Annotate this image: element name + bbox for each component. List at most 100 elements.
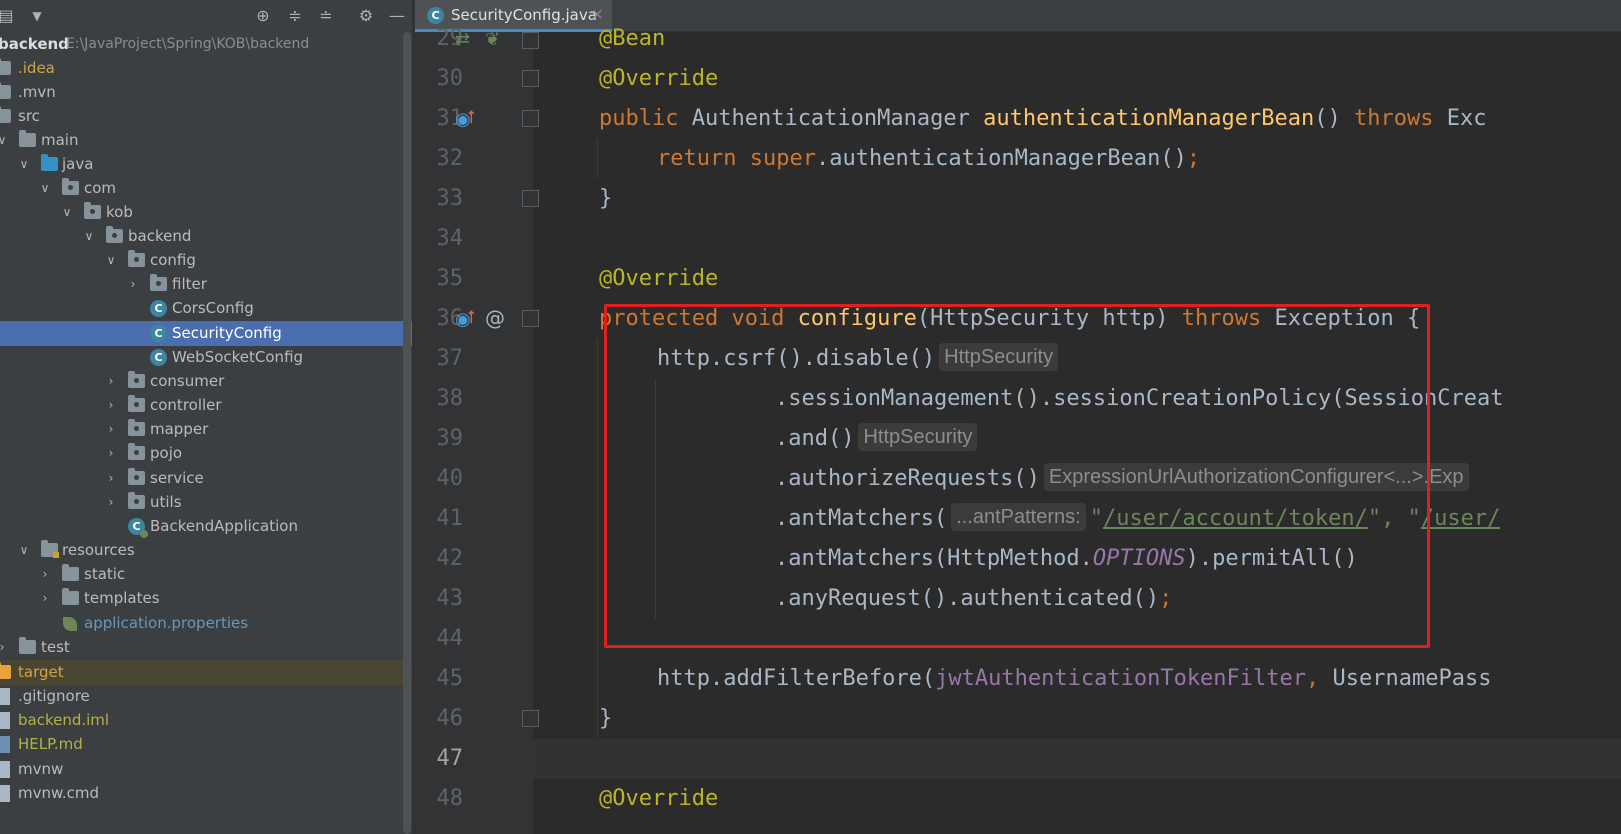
tree-item-utils[interactable]: › utils bbox=[0, 490, 414, 515]
chevron-right-icon[interactable]: › bbox=[103, 369, 119, 394]
chevron-right-icon[interactable]: › bbox=[103, 393, 119, 418]
chevron-down-icon[interactable]: ∨ bbox=[59, 200, 75, 225]
collapse-all-icon[interactable]: ≐ bbox=[316, 6, 336, 26]
gear-icon[interactable]: ⚙ bbox=[356, 6, 376, 26]
folder-icon bbox=[62, 588, 79, 605]
code-line-30: @Override bbox=[599, 59, 718, 99]
tree-item-idea[interactable]: .idea bbox=[0, 56, 414, 81]
tree-item-mvn[interactable]: .mvn bbox=[0, 80, 414, 105]
chevron-down-icon[interactable]: ▼ bbox=[27, 6, 47, 26]
tree-item-consumer[interactable]: › consumer bbox=[0, 369, 414, 394]
code-keyword: super bbox=[736, 146, 816, 171]
tree-item-templates[interactable]: › templates bbox=[0, 586, 414, 611]
tree-item-backendapplication[interactable]: C BackendApplication bbox=[0, 514, 414, 539]
spring-leaf-icon[interactable]: ❦ bbox=[485, 30, 500, 50]
chevron-down-icon[interactable]: ∨ bbox=[81, 224, 97, 249]
locate-icon[interactable]: ⊕ bbox=[253, 6, 273, 26]
tree-item-target[interactable]: target bbox=[0, 660, 414, 685]
tree-item-label: src bbox=[18, 107, 40, 125]
chevron-right-icon[interactable]: › bbox=[125, 272, 141, 297]
chevron-right-icon[interactable]: › bbox=[37, 562, 53, 587]
tree-item-controller[interactable]: › controller bbox=[0, 393, 414, 418]
chevron-right-icon[interactable]: › bbox=[103, 466, 119, 491]
indent-guide bbox=[597, 139, 598, 179]
code-keyword: public bbox=[599, 106, 679, 131]
tree-item-label: .gitignore bbox=[18, 687, 90, 705]
tree-item-mapper[interactable]: › mapper bbox=[0, 417, 414, 442]
package-icon bbox=[128, 395, 145, 412]
tree-item-service[interactable]: › service bbox=[0, 466, 414, 491]
file-icon bbox=[0, 785, 10, 802]
override-up-arrow-icon[interactable]: ⭡ bbox=[467, 308, 475, 328]
chevron-right-icon[interactable]: › bbox=[103, 441, 119, 466]
line-number: 40 bbox=[436, 466, 464, 491]
package-icon bbox=[150, 274, 167, 291]
tree-item-gitignore[interactable]: .gitignore bbox=[0, 684, 414, 709]
tree-item-mvnw[interactable]: mvnw bbox=[0, 757, 414, 782]
tree-item-filter[interactable]: › filter bbox=[0, 272, 414, 297]
code-text: } bbox=[599, 186, 613, 211]
line-number-current: 47 bbox=[436, 746, 464, 771]
chevron-right-icon[interactable]: › bbox=[37, 586, 53, 611]
line-number: 30 bbox=[436, 66, 464, 91]
tree-item-pojo[interactable]: › pojo bbox=[0, 441, 414, 466]
code-type: AuthenticationManager bbox=[678, 106, 984, 131]
tree-item-securityconfig[interactable]: C SecurityConfig bbox=[0, 321, 414, 346]
file-icon bbox=[0, 688, 10, 705]
tree-item-config[interactable]: ∨ config bbox=[0, 248, 414, 273]
project-scrollbar[interactable] bbox=[403, 32, 411, 834]
chevron-right-icon[interactable]: › bbox=[103, 417, 119, 442]
tree-item-label: mapper bbox=[150, 420, 209, 438]
chevron-down-icon[interactable]: ∨ bbox=[37, 176, 53, 201]
expand-all-icon[interactable]: ≑ bbox=[285, 6, 305, 26]
tree-item-label: filter bbox=[172, 275, 207, 293]
tree-item-application-properties[interactable]: application.properties bbox=[0, 611, 414, 636]
chevron-right-icon[interactable]: › bbox=[103, 490, 119, 515]
line-number: 35 bbox=[436, 266, 464, 291]
tree-item-resources[interactable]: ∨ resources bbox=[0, 538, 414, 563]
line-number: 45 bbox=[436, 666, 464, 691]
file-icon bbox=[0, 761, 10, 778]
tree-root[interactable]: backend E:\JavaProject\Spring\KOB\backen… bbox=[0, 32, 414, 57]
tree-item-main[interactable]: ∨ main bbox=[0, 128, 414, 153]
code-line-46: } bbox=[599, 699, 612, 739]
chevron-down-icon[interactable]: ∨ bbox=[16, 538, 32, 563]
tree-item-label: config bbox=[150, 251, 196, 269]
bean-navigate-icon[interactable]: ⇄ bbox=[455, 30, 470, 50]
tree-item-com[interactable]: ∨ com bbox=[0, 176, 414, 201]
tree-item-mvnw-cmd[interactable]: mvnw.cmd bbox=[0, 781, 414, 806]
excluded-folder-icon bbox=[0, 662, 11, 679]
minimize-icon[interactable]: — bbox=[387, 6, 407, 26]
tree-item-websocketconfig[interactable]: C WebSocketConfig bbox=[0, 345, 414, 370]
red-highlight-box bbox=[604, 304, 1430, 648]
tree-item-corsconfig[interactable]: C CorsConfig bbox=[0, 296, 414, 321]
chevron-right-icon[interactable]: › bbox=[0, 635, 10, 660]
tree-item-label: utils bbox=[150, 493, 182, 511]
package-icon bbox=[128, 468, 145, 485]
folder-icon bbox=[0, 58, 11, 75]
tree-item-help-md[interactable]: HELP.md bbox=[0, 732, 414, 757]
tree-item-java[interactable]: ∨ java bbox=[0, 152, 414, 177]
chevron-down-icon[interactable]: ∨ bbox=[103, 248, 119, 273]
chevron-down-icon[interactable]: ∨ bbox=[16, 152, 32, 177]
code-semicolon: ; bbox=[1186, 146, 1201, 171]
tree-item-kob[interactable]: ∨ kob bbox=[0, 200, 414, 225]
tree-item-backend-iml[interactable]: backend.iml bbox=[0, 708, 414, 733]
tree-item-label: resources bbox=[62, 541, 135, 559]
code-text: } bbox=[599, 706, 613, 731]
menu-icon[interactable]: ▤ bbox=[0, 6, 16, 26]
tree-item-backend[interactable]: ∨ backend bbox=[0, 224, 414, 249]
class-icon: C bbox=[150, 349, 167, 366]
editor-gutter: 29 30 31 32 33 34 35 36 37 38 39 40 41 4… bbox=[415, 26, 539, 834]
package-icon bbox=[84, 202, 101, 219]
chevron-down-icon[interactable]: ∨ bbox=[0, 128, 10, 153]
annotation-at-icon[interactable]: @ bbox=[485, 308, 505, 328]
tree-item-label: pojo bbox=[150, 444, 183, 462]
tree-item-src[interactable]: src bbox=[0, 104, 414, 129]
tree-item-test[interactable]: › test bbox=[0, 635, 414, 660]
code-keyword: throws bbox=[1354, 106, 1434, 131]
source-folder-icon bbox=[41, 154, 58, 171]
override-up-arrow-icon[interactable]: ⭡ bbox=[467, 108, 475, 128]
tree-item-static[interactable]: › static bbox=[0, 562, 414, 587]
code-line-48: @Override bbox=[599, 779, 718, 819]
